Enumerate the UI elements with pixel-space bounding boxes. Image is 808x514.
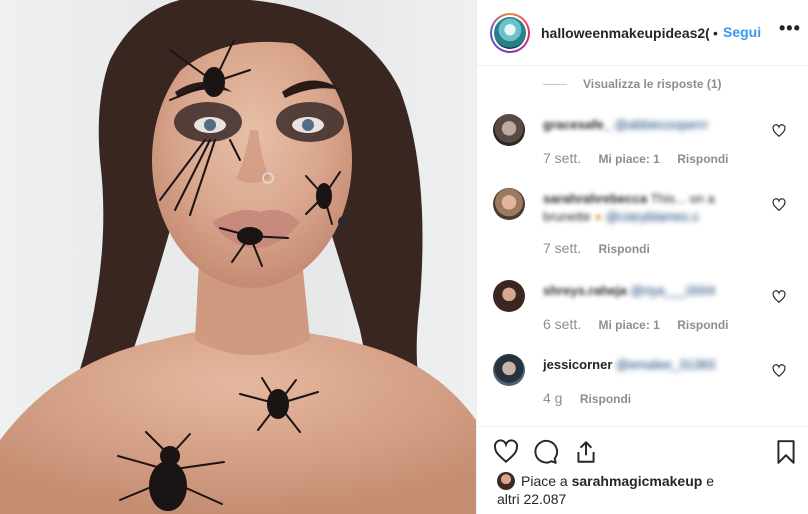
comment-text: shreys.raheja @riya___0004 bbox=[543, 282, 773, 300]
comment-likes[interactable]: Mi piace: 1 bbox=[598, 318, 659, 332]
reply-button[interactable]: Rispondi bbox=[580, 392, 631, 406]
comment-meta: 7 sett. Mi piace: 1 Rispondi bbox=[543, 150, 743, 166]
comment-time[interactable]: 6 sett. bbox=[543, 316, 581, 332]
liker-avatar[interactable] bbox=[497, 472, 515, 490]
comment-heart-icon[interactable] bbox=[772, 364, 786, 378]
likes-others[interactable]: altri 22.087 bbox=[497, 491, 566, 507]
comment-heart-icon[interactable] bbox=[772, 124, 786, 138]
comment-meta: 6 sett. Mi piace: 1 Rispondi bbox=[543, 316, 743, 332]
comment-heart-icon[interactable] bbox=[772, 198, 786, 212]
comment-text: jessicorner @emalee_31383 bbox=[543, 356, 773, 374]
comment-avatar[interactable] bbox=[493, 114, 525, 146]
comment-username[interactable]: shreys.raheja bbox=[543, 283, 627, 298]
comment-body-continued: brunette bbox=[543, 209, 591, 224]
reply-button[interactable]: Rispondi bbox=[677, 152, 728, 166]
author-avatar[interactable] bbox=[490, 13, 530, 53]
share-icon[interactable] bbox=[573, 439, 599, 465]
comment-heart-icon[interactable] bbox=[772, 290, 786, 304]
comment-mention[interactable]: @abbiecooperrr bbox=[615, 117, 708, 132]
view-replies-button[interactable]: Visualizza le risposte (1) bbox=[543, 77, 722, 91]
comment-username[interactable]: gracesafe_ bbox=[543, 117, 611, 132]
post-photo[interactable] bbox=[0, 0, 476, 514]
view-replies-label: Visualizza le risposte (1) bbox=[583, 77, 722, 91]
reply-button[interactable]: Rispondi bbox=[598, 242, 649, 256]
comment-time[interactable]: 7 sett. bbox=[543, 150, 581, 166]
likes-suffix: e bbox=[706, 473, 715, 489]
post-image bbox=[0, 0, 476, 514]
reply-button[interactable]: Rispondi bbox=[677, 318, 728, 332]
likes-summary: Piace a sarahmagicmakeup e altri 22.087 bbox=[497, 472, 757, 508]
comment-icon[interactable] bbox=[533, 439, 559, 465]
liker-username[interactable]: sarahmagicmakeup bbox=[572, 473, 703, 489]
emoji-icon: ● bbox=[594, 209, 603, 224]
comment-mention[interactable]: @riya___0004 bbox=[630, 283, 715, 298]
comment-mention[interactable]: @ciaryblames.x bbox=[606, 209, 699, 224]
comment-username[interactable]: sarahrahrebecca bbox=[543, 191, 647, 206]
author-username[interactable]: halloweenmakeupideas2( bbox=[541, 25, 709, 41]
comments-list[interactable]: Visualizza le risposte (1) gracesafe_ @a… bbox=[477, 66, 808, 426]
likes-prefix: Piace a bbox=[521, 473, 568, 489]
comment-text: sarahrahrebecca This... on a brunette ● … bbox=[543, 190, 773, 226]
comment-mention[interactable]: @emalee_31383 bbox=[616, 357, 715, 372]
heart-icon[interactable] bbox=[493, 439, 519, 465]
comment-avatar[interactable] bbox=[493, 280, 525, 312]
separator-dot: • bbox=[713, 25, 718, 41]
post-header: halloweenmakeupideas2( • Segui ••• bbox=[477, 0, 808, 66]
comment-avatar[interactable] bbox=[493, 354, 525, 386]
comment-likes[interactable]: Mi piace: 1 bbox=[598, 152, 659, 166]
comment-meta: 4 g Rispondi bbox=[543, 390, 645, 406]
comment-time[interactable]: 7 sett. bbox=[543, 240, 581, 256]
comment-username[interactable]: jessicorner bbox=[543, 357, 612, 372]
comment-text: gracesafe_ @abbiecooperrr bbox=[543, 116, 773, 134]
comment-avatar[interactable] bbox=[493, 188, 525, 220]
comment-meta: 7 sett. Rispondi bbox=[543, 240, 664, 256]
more-options-icon[interactable]: ••• bbox=[779, 18, 801, 39]
bookmark-icon[interactable] bbox=[773, 439, 799, 465]
replies-divider bbox=[543, 84, 567, 86]
post-side-panel: halloweenmakeupideas2( • Segui ••• Visua… bbox=[476, 0, 808, 514]
comment-time[interactable]: 4 g bbox=[543, 390, 562, 406]
follow-button[interactable]: Segui bbox=[723, 24, 761, 40]
comment-body: This... on a bbox=[650, 191, 715, 206]
